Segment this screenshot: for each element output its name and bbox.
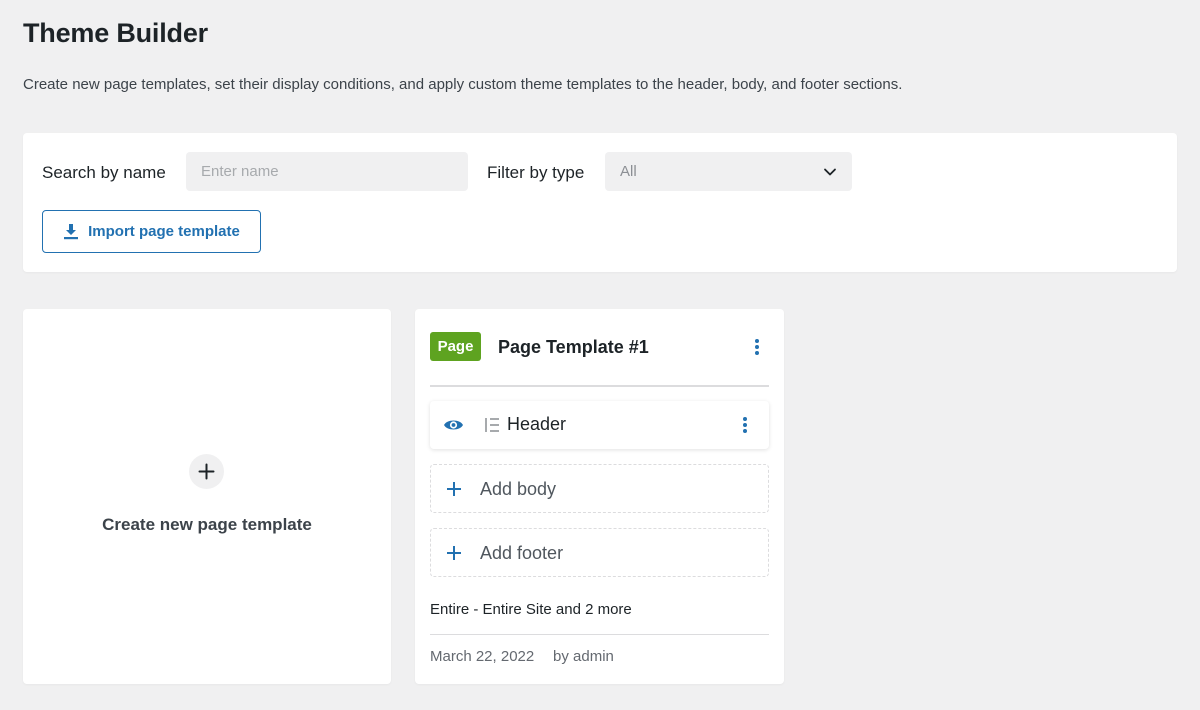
page-description: Create new page templates, set their dis… (23, 76, 903, 93)
filter-type-value: All (620, 163, 637, 180)
header-section-row[interactable]: Header (430, 401, 769, 449)
template-type-badge: Page (430, 332, 481, 361)
page-title: Theme Builder (23, 18, 208, 48)
display-conditions[interactable]: Entire - Entire Site and 2 more (430, 601, 632, 618)
download-icon (64, 224, 79, 240)
plus-icon (447, 546, 461, 560)
template-author: by admin (553, 648, 614, 665)
add-footer-button[interactable]: Add footer (430, 528, 769, 577)
create-template-label: Create new page template (102, 515, 312, 534)
create-template-card[interactable]: Create new page template (23, 309, 391, 684)
eye-icon[interactable] (443, 416, 464, 434)
filter-type-label: Filter by type (487, 163, 585, 182)
section-menu-icon[interactable] (739, 415, 751, 435)
template-card: Page Page Template #1 Header Add body Ad… (415, 309, 784, 684)
layout-icon (485, 418, 499, 432)
search-label: Search by name (42, 163, 166, 182)
filter-type-select[interactable]: All (605, 152, 852, 191)
import-page-template-button[interactable]: Import page template (42, 210, 261, 253)
plus-icon (447, 482, 461, 496)
import-button-label: Import page template (88, 223, 240, 240)
template-title[interactable]: Page Template #1 (498, 337, 649, 358)
template-date: March 22, 2022 (430, 648, 535, 665)
section-label-header: Header (507, 414, 567, 434)
divider (430, 385, 769, 387)
plus-icon (189, 454, 224, 489)
add-footer-label: Add footer (480, 543, 564, 563)
add-body-label: Add body (480, 479, 557, 499)
search-input[interactable] (186, 152, 468, 191)
template-menu-icon[interactable] (751, 337, 763, 357)
divider (430, 634, 769, 635)
chevron-down-icon (824, 168, 836, 175)
add-body-button[interactable]: Add body (430, 464, 769, 513)
filter-panel: Search by name Filter by type All Import… (23, 133, 1177, 272)
